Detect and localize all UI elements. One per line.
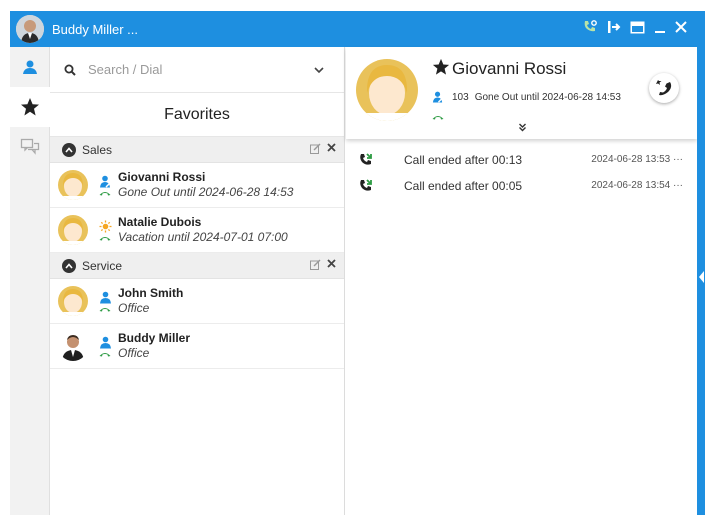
contact-row[interactable]: Giovanni Rossi Gone Out until 2024-06-28… — [50, 163, 344, 208]
edit-icon[interactable] — [310, 259, 321, 270]
call-summary: Call ended after 00:13 — [404, 153, 523, 167]
call-history-row[interactable]: Call ended after 00:05 2024-06-28 13:54 … — [346, 173, 697, 199]
call-history: Call ended after 00:13 2024-06-28 13:53 … — [346, 139, 697, 199]
extension: 103 — [452, 91, 469, 103]
side-panel-handle[interactable] — [697, 11, 705, 515]
title-bar: Buddy Miller ... — [10, 11, 697, 47]
contact-name: Buddy Miller — [118, 331, 191, 345]
avatar — [58, 331, 88, 361]
group-header-sales[interactable]: Sales — [50, 137, 344, 163]
contact-status: Vacation until 2024-07-01 07:00 — [118, 230, 288, 244]
contact-row[interactable]: Natalie Dubois Vacation until 2024-07-01… — [50, 208, 344, 253]
call-time[interactable]: 2024-06-28 13:54 ··· — [591, 180, 683, 191]
group-header-service[interactable]: Service — [50, 253, 344, 279]
window-icon[interactable] — [630, 21, 645, 38]
person-away-icon — [432, 91, 444, 103]
phone-icon — [99, 352, 111, 356]
avatar — [58, 215, 88, 245]
group-name: Service — [82, 258, 123, 273]
sun-icon — [99, 220, 111, 232]
expand-icon[interactable] — [518, 123, 527, 134]
contact-avatar — [356, 59, 418, 121]
person-icon — [99, 291, 111, 303]
chat-icon — [20, 138, 40, 155]
app-window: Buddy Miller ... Search / Dial Favorites… — [10, 11, 697, 515]
call-time[interactable]: 2024-06-28 13:53 ··· — [591, 154, 683, 165]
contact-name: Giovanni Rossi — [118, 170, 206, 184]
remove-icon[interactable] — [327, 143, 336, 152]
contact-detail-status: Gone Out until 2024-06-28 14:53 — [474, 91, 621, 103]
call-favorite-button[interactable] — [649, 73, 679, 103]
call-ended-icon — [360, 179, 372, 191]
contact-name: John Smith — [118, 286, 184, 300]
phone-icon — [99, 191, 111, 195]
search-bar — [50, 47, 344, 93]
contact-detail-status-line: 103 Gone Out until 2024-06-28 14:53 — [432, 91, 621, 103]
contact-detail-name: Giovanni Rossi — [452, 59, 567, 78]
phone-status-icon[interactable] — [582, 19, 598, 39]
window-title: Buddy Miller ... — [52, 21, 138, 37]
phone-icon — [432, 107, 444, 125]
collapse-icon[interactable] — [62, 142, 76, 157]
call-history-row[interactable]: Call ended after 00:13 2024-06-28 13:53 … — [346, 147, 697, 173]
search-icon — [64, 64, 76, 76]
phone-icon — [99, 236, 111, 240]
avatar — [58, 286, 88, 316]
avatar — [58, 170, 88, 200]
contact-status: Office — [118, 346, 150, 360]
contact-status: Office — [118, 301, 150, 315]
phone-icon — [99, 307, 111, 311]
contact-row[interactable]: Buddy Miller Office — [50, 324, 344, 369]
call-ended-icon — [360, 153, 372, 165]
contact-row[interactable]: John Smith Office — [50, 279, 344, 324]
remove-icon[interactable] — [327, 259, 336, 268]
minimize-icon[interactable] — [654, 20, 666, 38]
person-icon — [99, 336, 111, 348]
dock-icon[interactable] — [607, 20, 621, 38]
call-star-icon — [656, 80, 672, 96]
collapse-icon[interactable] — [62, 258, 76, 273]
person-icon — [23, 60, 37, 74]
edit-icon[interactable] — [310, 143, 321, 154]
contact-detail-header: Giovanni Rossi 103 Gone Out until 2024-0… — [346, 47, 697, 139]
search-input[interactable] — [88, 62, 288, 77]
chevron-down-icon[interactable] — [314, 63, 324, 77]
call-summary: Call ended after 00:05 — [404, 179, 523, 193]
group-name: Sales — [82, 142, 113, 157]
contact-status: Gone Out until 2024-06-28 14:53 — [118, 185, 294, 199]
star-icon — [21, 98, 39, 116]
favorites-panel: Favorites Sales Giovanni Rossi Gone Out … — [50, 47, 345, 515]
rail-contacts[interactable] — [10, 47, 50, 87]
rail-favorites[interactable] — [10, 87, 50, 127]
favorites-title: Favorites — [50, 93, 344, 137]
contact-name: Natalie Dubois — [118, 215, 202, 229]
favorite-star-icon[interactable] — [432, 58, 450, 81]
rail-chat[interactable] — [10, 127, 50, 167]
user-avatar[interactable] — [16, 15, 44, 43]
person-away-icon — [99, 175, 112, 188]
nav-rail — [10, 47, 50, 515]
close-icon[interactable] — [675, 21, 687, 37]
contact-detail-pane: Giovanni Rossi 103 Gone Out until 2024-0… — [346, 47, 697, 515]
